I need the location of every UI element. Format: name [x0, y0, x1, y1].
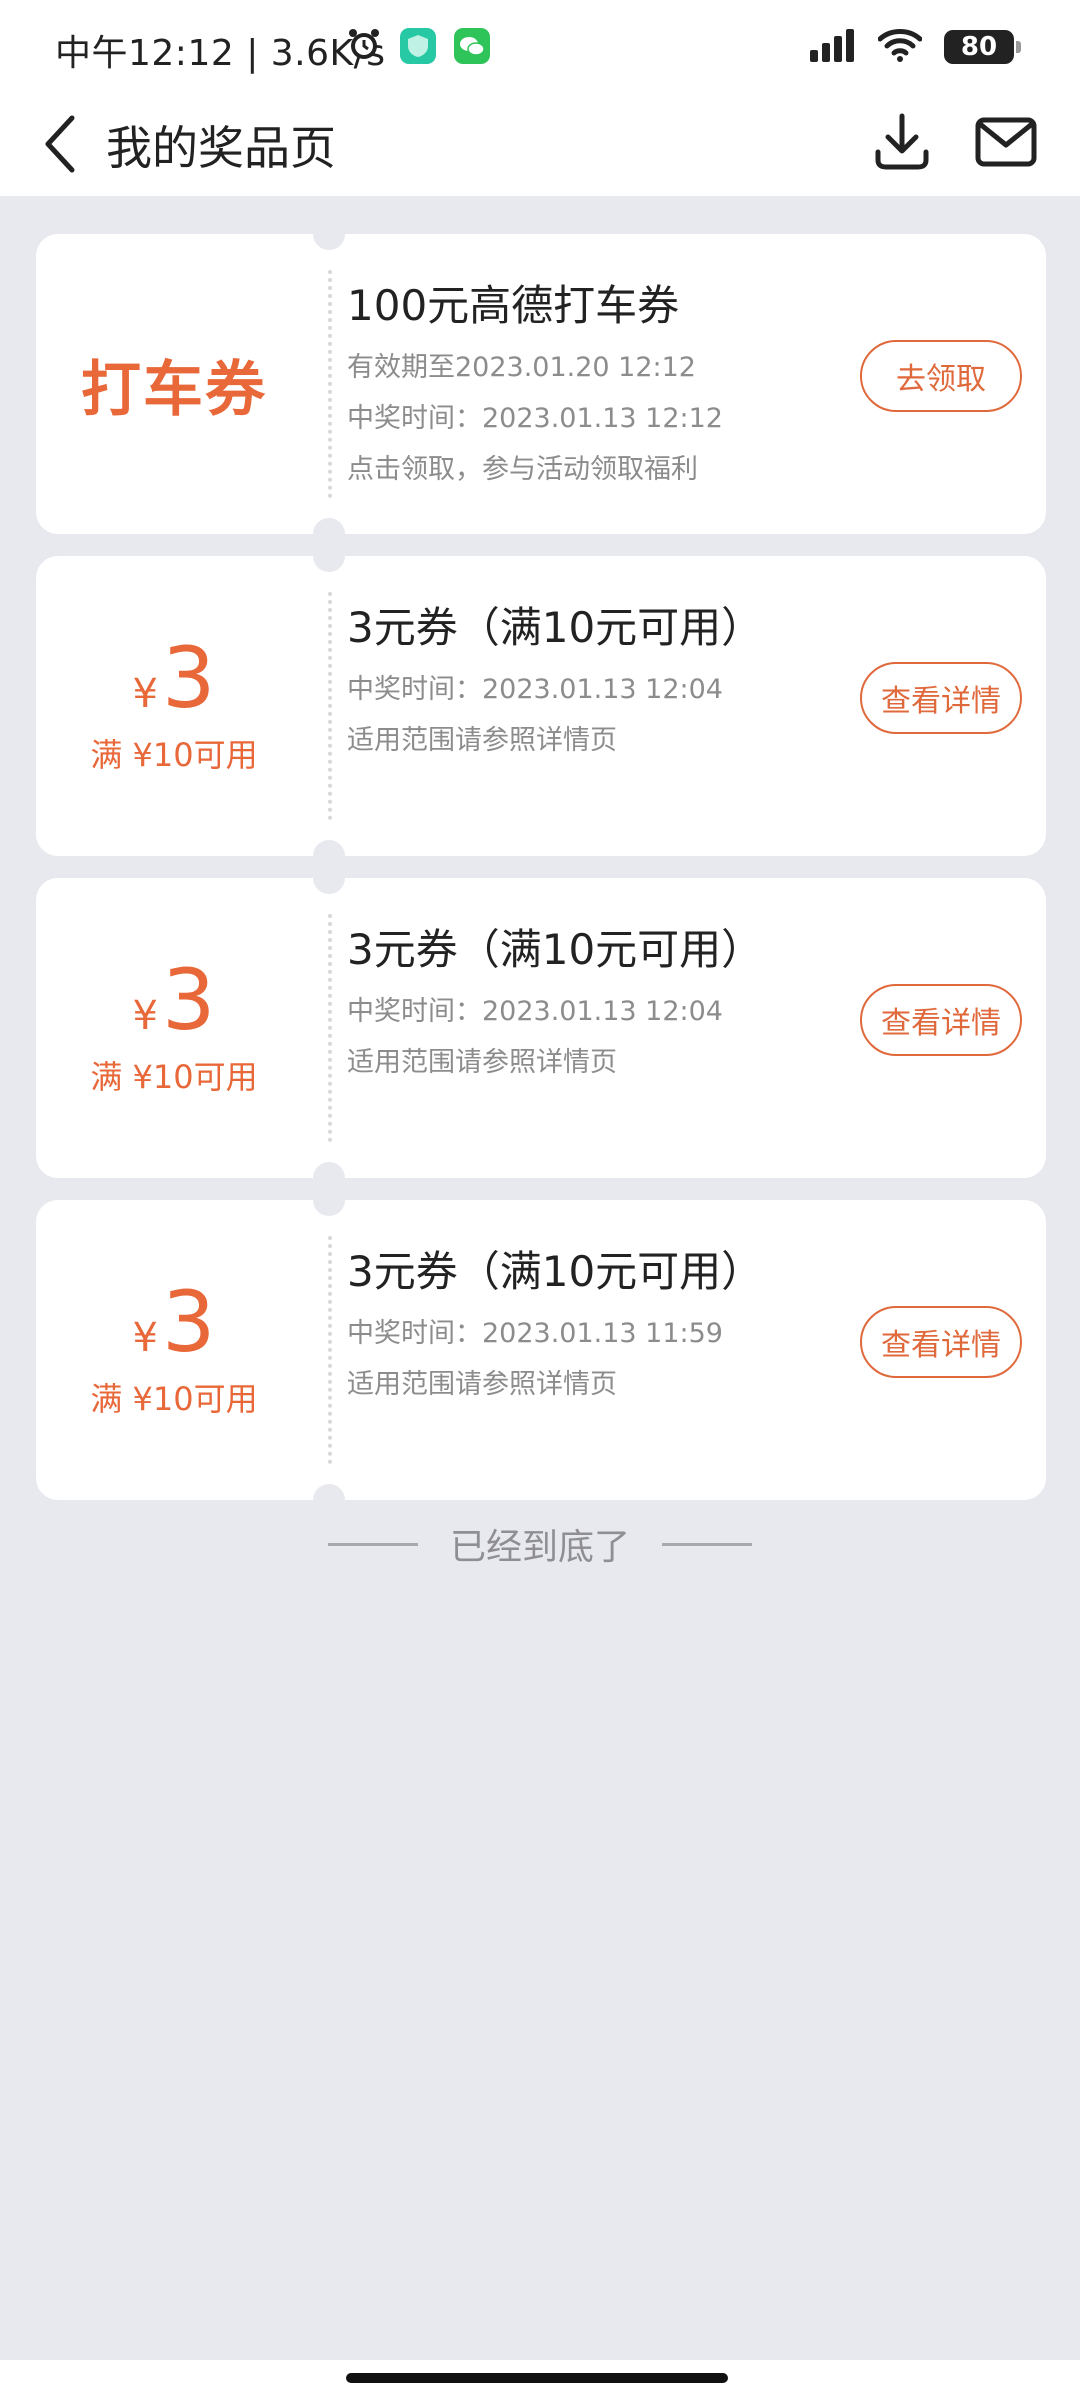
prize-info: 3元券（满10元可用） 中奖时间：2023.01.13 11:59 适用范围请参… — [347, 1238, 867, 1413]
currency-symbol: ¥ — [132, 1315, 158, 1361]
prize-title: 100元高德打车券 — [347, 281, 680, 330]
wifi-icon — [877, 28, 923, 66]
end-divider-left — [327, 1542, 418, 1546]
coupon-amount: 3 — [162, 629, 216, 727]
prize-info: 3元券（满10元可用） 中奖时间：2023.01.13 12:04 适用范围请参… — [347, 916, 867, 1091]
status-notification-icons — [346, 26, 490, 66]
currency-symbol: ¥ — [132, 993, 158, 1039]
download-button[interactable] — [866, 106, 938, 182]
signal-icon — [808, 28, 856, 66]
prize-info: 100元高德打车券 有效期至2023.01.20 12:12 中奖时间：2023… — [347, 272, 867, 498]
prize-win-time: 中奖时间：2023.01.13 12:04 — [347, 674, 723, 705]
prize-card: 打车券 100元高德打车券 有效期至2023.01.20 12:12 中奖时间：… — [36, 218, 1046, 550]
prize-win-time: 中奖时间：2023.01.13 11:59 — [347, 1318, 723, 1349]
ticket-notch-top — [313, 218, 345, 250]
status-time-speed: 中午12:12 | 3.6K/s — [55, 33, 386, 74]
prize-title: 3元券（满10元可用） — [347, 1247, 764, 1296]
ticket-divider — [328, 270, 332, 498]
prize-list: 打车券 100元高德打车券 有效期至2023.01.20 12:12 中奖时间：… — [36, 218, 1046, 1522]
view-details-button[interactable]: 查看详情 — [860, 662, 1022, 734]
alarm-icon — [346, 26, 382, 66]
ticket-notch-top — [313, 862, 345, 894]
coupon-value-panel: ¥ 3 满 ¥10可用 — [36, 556, 312, 856]
end-divider-right — [662, 1542, 752, 1546]
coupon-value-panel: ¥ 3 满 ¥10可用 — [36, 878, 312, 1178]
ticket-divider — [328, 592, 332, 820]
battery-level: 80 — [960, 32, 998, 62]
navigation-bar: 我的奖品页 — [0, 96, 1080, 196]
prize-card: ¥ 3 满 ¥10可用 3元券（满10元可用） 中奖时间：2023.01.13 … — [36, 862, 1046, 1194]
coupon-condition: 满 ¥10可用 — [90, 1058, 258, 1096]
prize-title: 3元券（满10元可用） — [347, 603, 764, 652]
prize-type-label: 打车券 — [81, 354, 267, 425]
ticket-divider — [328, 914, 332, 1142]
coupon-amount: 3 — [162, 1273, 216, 1371]
message-button[interactable] — [968, 106, 1044, 182]
status-system-icons: 80 — [808, 28, 1021, 66]
mail-icon — [975, 117, 1037, 171]
security-app-icon — [400, 28, 436, 64]
top-bar: 中午12:12 | 3.6K/s 80 我的奖品页 — [0, 0, 1080, 196]
end-of-list-text: 已经到底了 — [449, 1527, 630, 1568]
prize-scope-note: 适用范围请参照详情页 — [347, 1047, 617, 1078]
coupon-value-panel: ¥ 3 满 ¥10可用 — [36, 1200, 312, 1500]
home-indicator[interactable] — [346, 2373, 728, 2383]
battery-indicator: 80 — [944, 30, 1021, 64]
prize-validity: 有效期至2023.01.20 12:12 — [347, 352, 696, 383]
back-button[interactable] — [28, 110, 92, 182]
prize-title: 3元券（满10元可用） — [347, 925, 764, 974]
prize-card: ¥ 3 满 ¥10可用 3元券（满10元可用） 中奖时间：2023.01.13 … — [36, 1184, 1046, 1516]
prize-description: 点击领取，参与活动领取福利 — [347, 454, 698, 485]
prize-info: 3元券（满10元可用） 中奖时间：2023.01.13 12:04 适用范围请参… — [347, 594, 867, 769]
back-arrow-icon — [42, 114, 78, 178]
coupon-condition: 满 ¥10可用 — [90, 736, 258, 774]
prize-card: ¥ 3 满 ¥10可用 3元券（满10元可用） 中奖时间：2023.01.13 … — [36, 540, 1046, 872]
coupon-amount: 3 — [162, 951, 216, 1049]
prize-scope-note: 适用范围请参照详情页 — [347, 1369, 617, 1400]
coupon-condition: 满 ¥10可用 — [90, 1380, 258, 1418]
view-details-button[interactable]: 查看详情 — [860, 1306, 1022, 1378]
download-icon — [874, 112, 930, 176]
prize-win-time: 中奖时间：2023.01.13 12:12 — [347, 403, 723, 434]
status-bar: 中午12:12 | 3.6K/s 80 — [0, 0, 1080, 96]
end-of-list-indicator: 已经到底了 — [0, 1518, 1080, 1570]
page-title: 我的奖品页 — [106, 121, 336, 175]
prize-win-time: 中奖时间：2023.01.13 12:04 — [347, 996, 723, 1027]
currency-symbol: ¥ — [132, 671, 158, 717]
ticket-notch-bottom — [313, 1484, 345, 1516]
coupon-price: ¥ 3 — [133, 636, 216, 720]
ticket-divider — [328, 1236, 332, 1464]
view-details-button[interactable]: 查看详情 — [860, 984, 1022, 1056]
coupon-price: ¥ 3 — [133, 1280, 216, 1364]
coupon-price: ¥ 3 — [133, 958, 216, 1042]
ticket-notch-top — [313, 540, 345, 572]
claim-button[interactable]: 去领取 — [860, 340, 1022, 412]
wechat-icon — [454, 28, 490, 64]
prize-type-panel: 打车券 — [36, 234, 312, 534]
prize-scope-note: 适用范围请参照详情页 — [347, 725, 617, 756]
ticket-notch-top — [313, 1184, 345, 1216]
